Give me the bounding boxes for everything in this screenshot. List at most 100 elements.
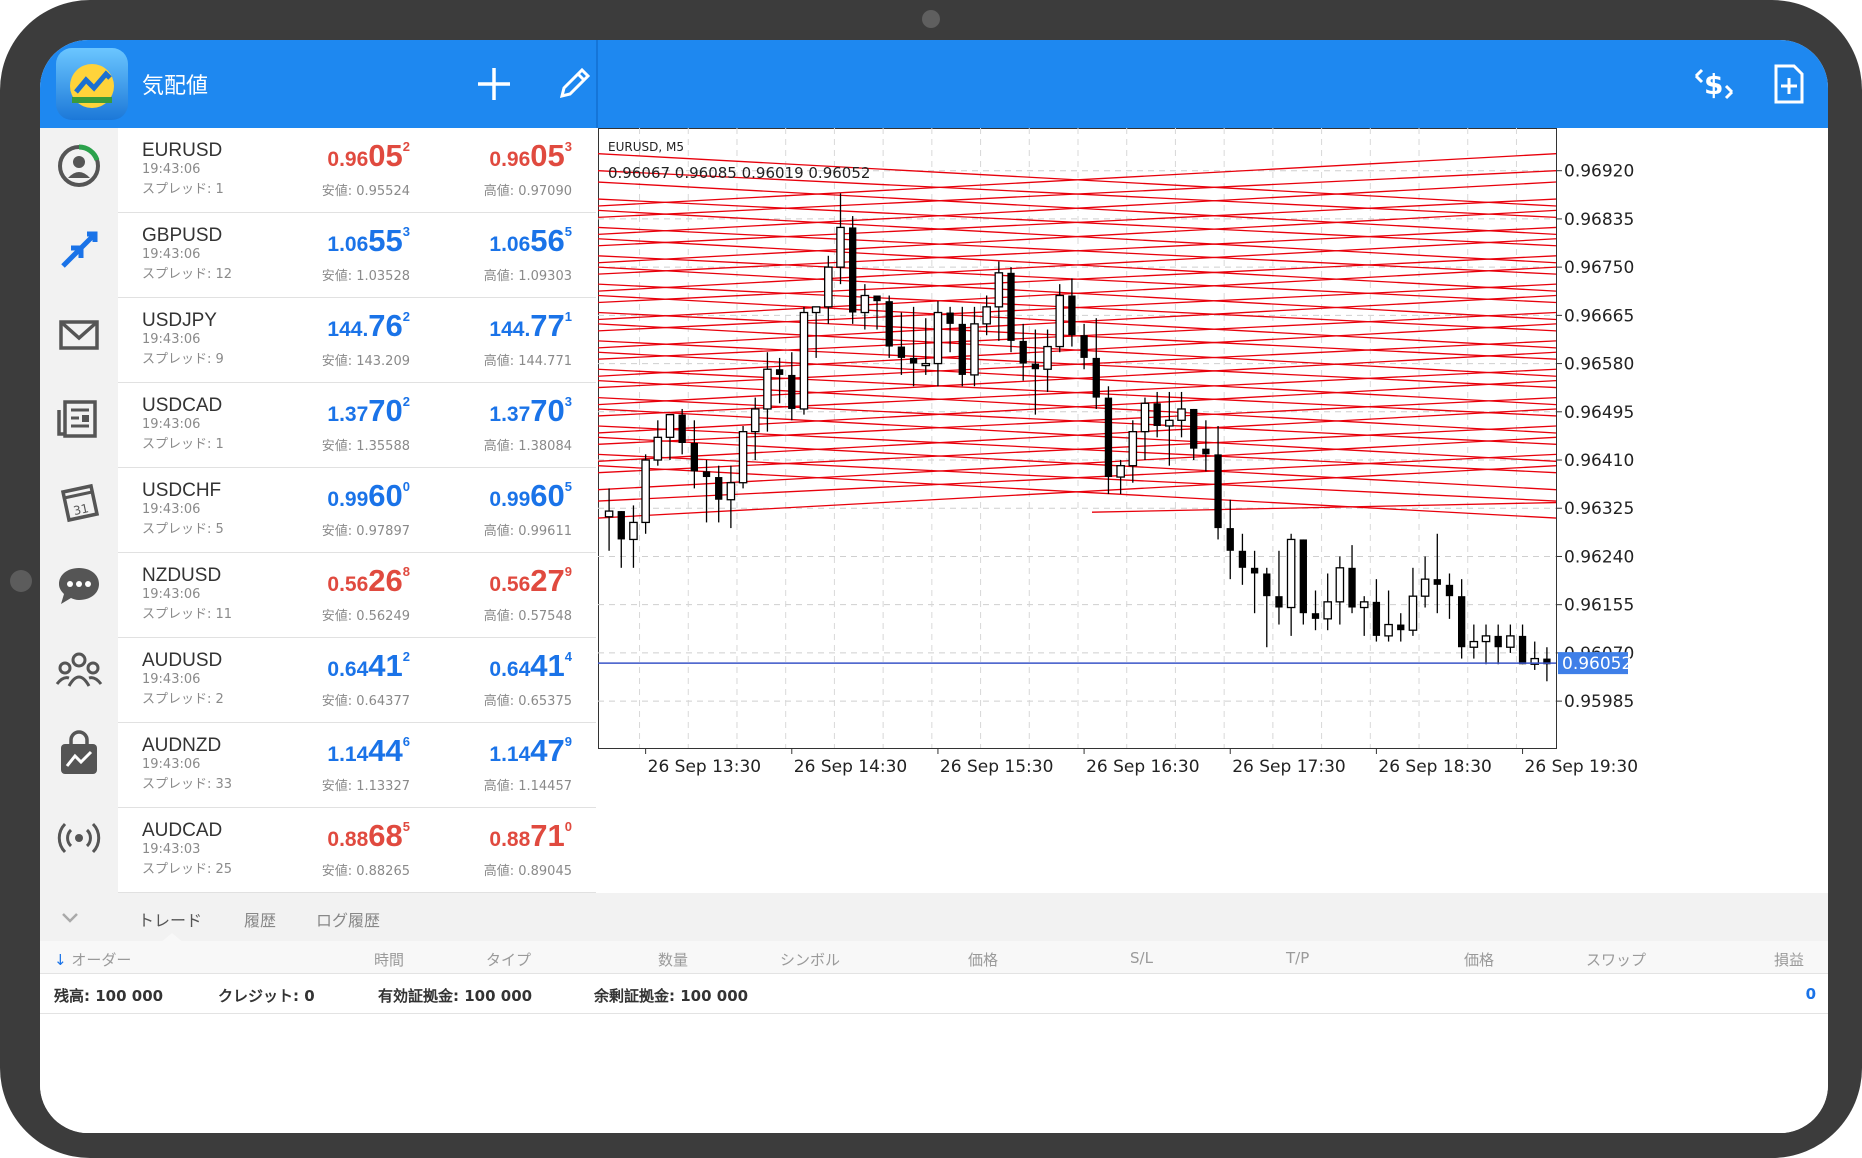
col-symbol[interactable]: シンボル <box>780 949 840 970</box>
candle-body-bull <box>1128 431 1138 467</box>
topbar-divider <box>596 40 598 128</box>
col-current-price[interactable]: 価格 <box>1464 949 1494 970</box>
ask-price[interactable]: 144.771 <box>489 308 572 344</box>
candle-body-bear <box>1275 596 1283 608</box>
candle-body-bear <box>1445 584 1454 597</box>
bid-price-pips: 68 <box>368 818 403 853</box>
nav-mail[interactable] <box>49 304 109 364</box>
nav-signals[interactable] <box>49 808 109 868</box>
y-tick-label: 0.96155 <box>1564 596 1634 616</box>
tab-trade[interactable]: トレード <box>138 907 202 931</box>
y-tick-label: 0.96495 <box>1564 403 1634 423</box>
quote-row[interactable]: AUDCAD 19:43:03 スプレッド: 25 0.88685 0.88710 安値:… <box>118 808 596 893</box>
pencil-icon <box>559 67 591 99</box>
candle-body-bear <box>1007 272 1015 341</box>
bid-price[interactable]: 1.37702 <box>327 393 410 429</box>
bid-price[interactable]: 0.88685 <box>327 818 410 854</box>
bid-price[interactable]: 0.64412 <box>327 648 410 684</box>
quote-spread: スプレッド: 1 <box>142 182 224 197</box>
ask-price[interactable]: 0.99605 <box>489 478 572 514</box>
quote-row[interactable]: EURUSD 19:43:06 スプレッド: 1 0.96052 0.96053 安値: … <box>118 128 596 213</box>
chart-panel[interactable]: 0.96920 0.96835 0.96750 0.96665 0.96580 0.964… <box>598 128 1828 893</box>
col-order[interactable]: ↓ オーダー <box>54 949 131 970</box>
candle-body-bear <box>1031 363 1040 370</box>
bid-price[interactable]: 144.762 <box>327 308 410 344</box>
new-document-button[interactable] <box>1764 60 1812 108</box>
quote-time: 19:43:06 <box>142 757 201 772</box>
ask-price[interactable]: 1.14479 <box>489 733 572 769</box>
col-time[interactable]: 時間 <box>374 949 404 970</box>
ask-price[interactable]: 0.64414 <box>489 648 572 684</box>
quote-low: 安値: 0.64377 <box>321 694 410 709</box>
col-sl[interactable]: S/L <box>1130 949 1153 967</box>
candle-body-bull <box>1116 465 1125 478</box>
bid-price-fraction: 5 <box>402 819 410 834</box>
candle-body-bear <box>909 357 918 364</box>
y-tick-label: 0.96580 <box>1564 355 1634 375</box>
add-symbol-button[interactable] <box>470 60 518 108</box>
quote-high: 高値: 0.65375 <box>483 694 572 709</box>
col-swap[interactable]: スワップ <box>1586 949 1646 970</box>
quote-row[interactable]: USDCHF 19:43:06 スプレッド: 5 0.99600 0.99605 安値: … <box>118 468 596 553</box>
ask-price[interactable]: 1.06565 <box>489 223 572 259</box>
price-chart[interactable]: 0.96920 0.96835 0.96750 0.96665 0.96580 0.964… <box>598 128 1828 893</box>
bid-price[interactable]: 1.14446 <box>327 733 410 769</box>
trade-button[interactable]: $ <box>1690 60 1738 108</box>
ask-price-prefix: 1.14 <box>489 743 531 766</box>
col-volume[interactable]: 数量 <box>658 949 688 970</box>
quote-spread: スプレッド: 12 <box>142 267 233 282</box>
nav-quotes[interactable] <box>49 136 109 196</box>
quote-row[interactable]: GBPUSD 19:43:06 スプレッド: 12 1.06553 1.06565 安値:… <box>118 213 596 298</box>
ask-price-fraction: 1 <box>564 309 572 324</box>
candle-body-bull <box>1177 408 1186 421</box>
col-price[interactable]: 価格 <box>968 949 998 970</box>
ask-price[interactable]: 0.96053 <box>489 138 572 174</box>
candle-body-bear <box>1019 340 1027 364</box>
edit-button[interactable] <box>550 60 598 108</box>
quote-symbol: EURUSD <box>142 140 223 161</box>
candle-body-bear <box>715 477 723 500</box>
candle-body-bull <box>641 459 650 524</box>
y-tick-label: 0.96835 <box>1564 210 1634 230</box>
side-button[interactable] <box>10 570 32 592</box>
nav-calendar[interactable]: 31 <box>49 472 109 532</box>
bid-price[interactable]: 0.56268 <box>327 563 410 599</box>
quote-row[interactable]: USDJPY 19:43:06 スプレッド: 9 144.762 144.771 安値: … <box>118 298 596 383</box>
quote-low: 安値: 1.03528 <box>321 269 410 284</box>
candle-body-bull <box>1043 345 1052 370</box>
bid-price[interactable]: 1.06553 <box>327 223 410 259</box>
chart-ohlc: 0.96067 0.96085 0.96019 0.96052 <box>608 164 871 182</box>
nav-market[interactable] <box>49 724 109 784</box>
quote-row[interactable]: NZDUSD 19:43:06 スプレッド: 11 0.56268 0.56279 安値:… <box>118 553 596 638</box>
x-tick-label: 26 Sep 19:30 <box>1525 757 1638 777</box>
tab-history[interactable]: 履歴 <box>244 907 276 931</box>
ask-price[interactable]: 0.88710 <box>489 818 572 854</box>
bid-price-prefix: 1.37 <box>327 403 369 426</box>
quote-symbol: USDCHF <box>142 480 222 501</box>
collapse-panel-button[interactable] <box>58 905 82 933</box>
nav-community[interactable] <box>49 640 109 700</box>
candle-body-bull <box>1420 578 1430 597</box>
candle-body-bull <box>921 362 931 367</box>
nav-chat[interactable] <box>49 556 109 616</box>
ask-price[interactable]: 0.56279 <box>489 563 572 599</box>
ask-price[interactable]: 1.37703 <box>489 393 572 429</box>
bid-price-pips: 05 <box>368 138 403 173</box>
candle-body-bull <box>1055 294 1065 348</box>
quote-symbol: NZDUSD <box>142 565 222 586</box>
col-type[interactable]: タイプ <box>486 949 531 970</box>
app-logo[interactable] <box>56 48 128 120</box>
nav-news[interactable] <box>49 388 109 448</box>
quote-row[interactable]: AUDNZD 19:43:06 スプレッド: 33 1.14446 1.14479 安値:… <box>118 723 596 808</box>
col-profit[interactable]: 損益 <box>1774 949 1804 970</box>
bid-price-pips: 26 <box>368 563 403 598</box>
bid-price[interactable]: 0.96052 <box>327 138 410 174</box>
bid-price[interactable]: 0.99600 <box>327 478 410 514</box>
quote-row[interactable]: AUDUSD 19:43:06 スプレッド: 2 0.64412 0.64414 安値: … <box>118 638 596 723</box>
free-margin: 余剰証拠金: 100 000 <box>594 987 749 1005</box>
nav-trade[interactable] <box>49 220 109 280</box>
candle-body-bull <box>629 521 638 541</box>
tab-journal[interactable]: ログ履歴 <box>316 907 380 931</box>
col-tp[interactable]: T/P <box>1286 949 1309 967</box>
quote-row[interactable]: USDCAD 19:43:06 スプレッド: 1 1.37702 1.37703 安値: … <box>118 383 596 468</box>
